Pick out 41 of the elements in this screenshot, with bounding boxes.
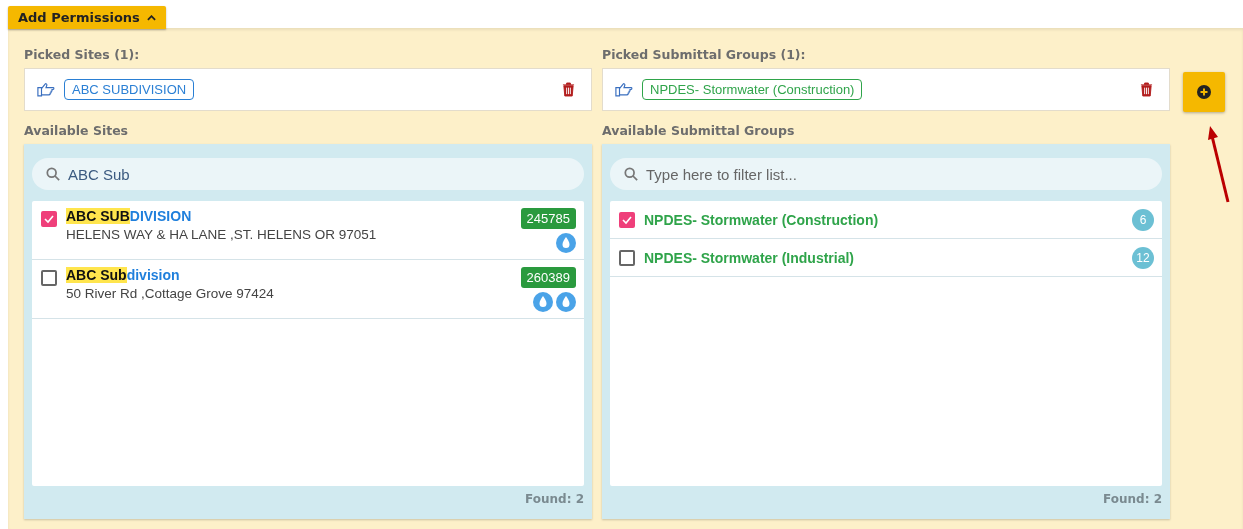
checkbox[interactable]: [41, 211, 57, 227]
checkbox[interactable]: [41, 270, 57, 286]
pointing-hand-icon: [37, 82, 55, 97]
picked-site-tag: ABC SUBDIVISION: [64, 79, 195, 100]
trash-icon[interactable]: [562, 82, 575, 97]
found-count: Found: 2: [525, 492, 584, 506]
checkbox[interactable]: [619, 211, 635, 228]
water-drop-icon: [533, 292, 553, 312]
site-address: HELENS WAY & HA LANE ,ST. HELENS OR 97051: [66, 227, 378, 242]
site-name: division: [126, 267, 180, 283]
plus-circle-icon: [1197, 85, 1211, 99]
search-field[interactable]: Type here to filter list...: [610, 158, 1162, 190]
search-icon: [624, 167, 638, 181]
highlighted-match: ABC Sub: [66, 267, 127, 283]
count-badge: 6: [1132, 208, 1154, 231]
count-badge: 12: [1132, 246, 1154, 269]
group-name: NPDES- Stormwater (Construction): [644, 211, 880, 228]
picked-group-tag: NPDES- Stormwater (Construction): [642, 79, 863, 100]
search-field[interactable]: ABC Sub: [32, 158, 584, 190]
found-count: Found: 2: [1103, 492, 1162, 506]
pointing-hand-icon: [615, 82, 633, 97]
section-label: Available Sites: [24, 123, 129, 138]
water-drop-icon: [556, 292, 576, 312]
site-address: 50 River Rd ,Cottage Grove 97424: [66, 286, 275, 301]
group-name: NPDES- Stormwater (Industrial): [644, 249, 856, 266]
site-name: DIVISION: [129, 208, 192, 224]
checkbox[interactable]: [619, 249, 635, 266]
add-button[interactable]: [1183, 72, 1225, 112]
add-permissions-toggle[interactable]: Add Permissions: [8, 6, 166, 29]
highlighted-match: ABC SUB: [66, 208, 130, 224]
water-drop-icon: [556, 233, 576, 253]
trash-icon[interactable]: [1140, 82, 1153, 97]
site-id-badge: 245785: [520, 208, 576, 229]
section-label: Picked Submittal Groups (1):: [602, 47, 806, 62]
caret-icon: [146, 14, 156, 21]
site-item[interactable]: ABC SUBDIVISION HELENS WAY & HA LANE ,ST. HELENS OR 97051 245785: [32, 201, 584, 260]
section-label: Available Submittal Groups: [602, 123, 795, 138]
site-item[interactable]: ABC Subdivision 50 River Rd ,Cottage Grove 97424 260389: [32, 260, 584, 319]
site-id-badge: 260389: [520, 267, 576, 288]
search-icon: [46, 167, 60, 181]
section-label: Picked Sites (1):: [24, 47, 140, 62]
